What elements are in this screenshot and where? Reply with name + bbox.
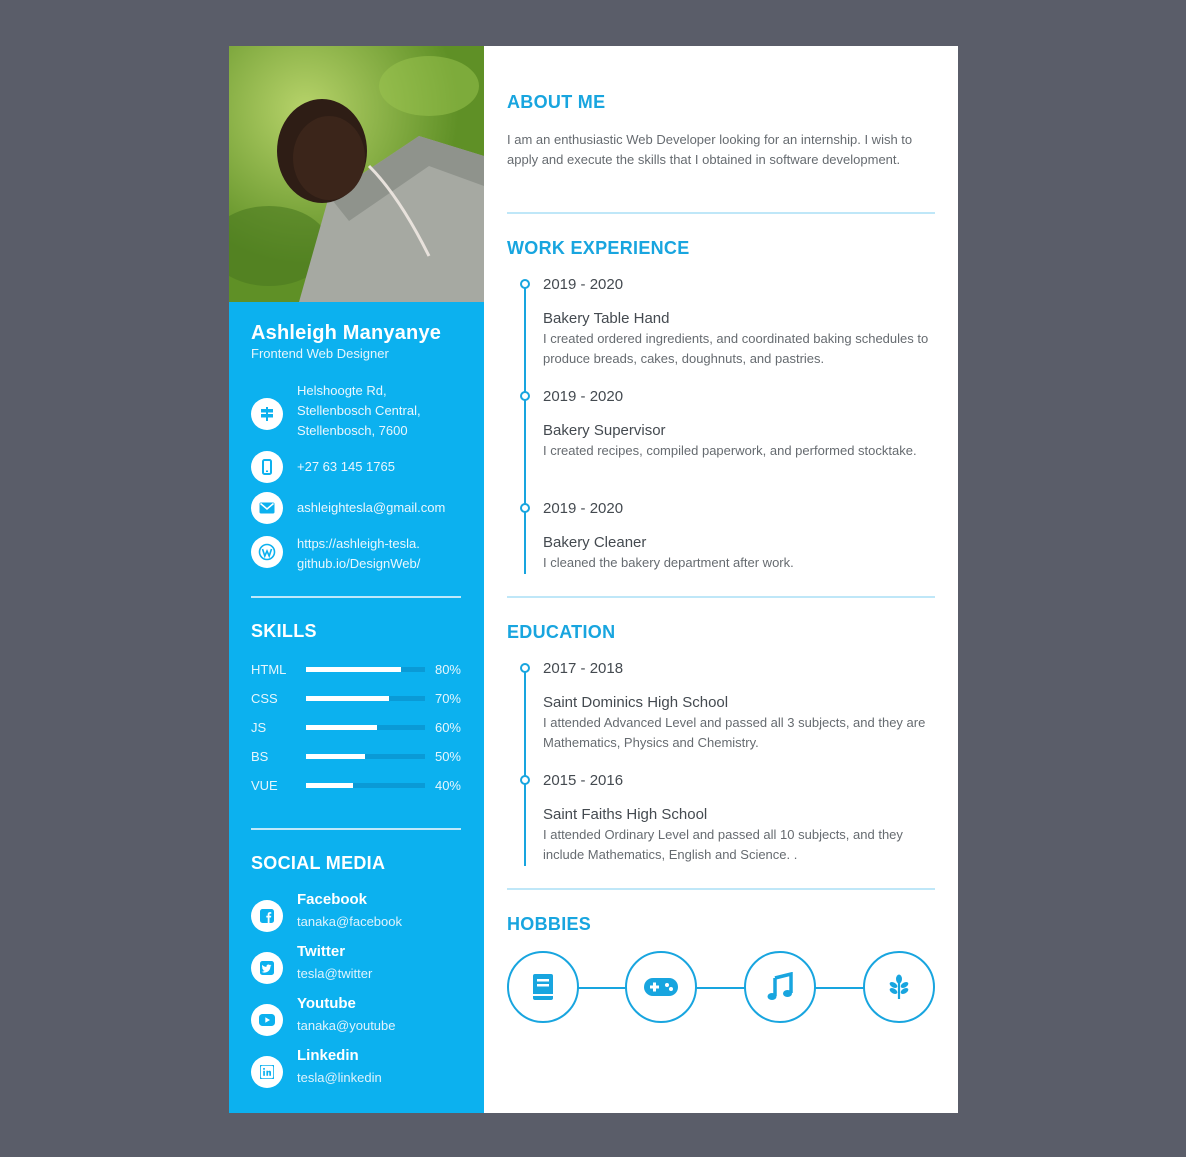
sidebar: Ashleigh Manyanye Frontend Web Designer … bbox=[229, 46, 484, 1113]
timeline-dot bbox=[520, 503, 530, 513]
skill-percent: 40% bbox=[434, 777, 461, 793]
timeline-dot bbox=[520, 775, 530, 785]
address-row: Helshoogte Rd, Stellenbosch Central, Ste… bbox=[251, 381, 471, 441]
skill-bar bbox=[305, 782, 425, 788]
skill-row: CSS 70% bbox=[251, 689, 461, 707]
book-icon bbox=[507, 951, 579, 1023]
skill-bar bbox=[305, 695, 425, 701]
social-facebook[interactable]: Facebook tanaka@facebook bbox=[251, 889, 471, 933]
profile-photo bbox=[229, 46, 484, 302]
skill-name: HTML bbox=[251, 661, 287, 677]
skill-name: JS bbox=[251, 719, 267, 735]
resume-page: Ashleigh Manyanye Frontend Web Designer … bbox=[229, 46, 958, 1113]
work-title: Bakery Supervisor bbox=[543, 422, 666, 439]
gamepad-icon bbox=[625, 951, 697, 1023]
envelope-icon bbox=[251, 492, 283, 524]
signpost-icon bbox=[251, 398, 283, 430]
education-title: Saint Faiths High School bbox=[543, 806, 708, 823]
work-date: 2019 - 2020 bbox=[543, 388, 624, 405]
phone-row: +27 63 145 1765 bbox=[251, 451, 471, 483]
social-title: Youtube bbox=[297, 995, 356, 1012]
about-text: I am an enthusiastic Web Developer looki… bbox=[507, 132, 913, 167]
hobbies-row bbox=[507, 951, 935, 1025]
sidebar-divider bbox=[251, 828, 461, 830]
social-title: Twitter bbox=[297, 943, 346, 960]
plant-icon bbox=[863, 951, 935, 1023]
social-heading: SOCIAL MEDIA bbox=[251, 853, 386, 873]
skill-name: CSS bbox=[251, 690, 278, 706]
about-heading: ABOUT ME bbox=[507, 92, 606, 112]
skill-row: BS 50% bbox=[251, 747, 461, 765]
skill-percent: 80% bbox=[434, 661, 461, 677]
music-icon bbox=[744, 951, 816, 1023]
skill-percent: 60% bbox=[434, 719, 461, 735]
main-content: ABOUT ME I am an enthusiastic Web Develo… bbox=[484, 46, 958, 1113]
education-date: 2017 - 2018 bbox=[543, 660, 624, 677]
phone-icon bbox=[251, 451, 283, 483]
work-date: 2019 - 2020 bbox=[543, 500, 624, 517]
hobbies-connector bbox=[537, 987, 905, 989]
timeline-dot bbox=[520, 663, 530, 673]
education-title: Saint Dominics High School bbox=[543, 694, 729, 711]
sidebar-divider bbox=[251, 596, 461, 598]
work-desc: I created ordered ingredients, and coord… bbox=[543, 331, 929, 366]
skill-name: BS bbox=[251, 748, 269, 764]
social-handle: tanaka@youtube bbox=[297, 1018, 396, 1033]
skill-row: VUE 40% bbox=[251, 776, 461, 794]
youtube-icon bbox=[251, 1004, 283, 1036]
timeline-dot bbox=[520, 391, 530, 401]
wordpress-icon bbox=[251, 536, 283, 568]
website-link[interactable]: https://ashleigh-tesla. github.io/Design… bbox=[297, 534, 420, 574]
education-date: 2015 - 2016 bbox=[543, 772, 624, 789]
education-heading: EDUCATION bbox=[507, 622, 616, 642]
email-text[interactable]: ashleightesla@gmail.com bbox=[297, 498, 445, 518]
skill-bar bbox=[305, 753, 425, 759]
skill-bar bbox=[305, 666, 425, 672]
address-text: Helshoogte Rd, Stellenbosch Central, Ste… bbox=[297, 383, 421, 438]
skill-bar bbox=[305, 724, 425, 730]
email-row: ashleightesla@gmail.com bbox=[251, 492, 471, 524]
skill-bar-fill bbox=[305, 695, 390, 701]
skill-name: VUE bbox=[251, 777, 278, 793]
phone-text[interactable]: +27 63 145 1765 bbox=[297, 457, 395, 477]
social-twitter[interactable]: Twitter tesla@twitter bbox=[251, 941, 471, 985]
social-handle: tesla@twitter bbox=[297, 966, 373, 981]
skill-percent: 70% bbox=[434, 690, 461, 706]
education-desc: I attended Ordinary Level and passed all… bbox=[543, 827, 903, 862]
skill-row: HTML 80% bbox=[251, 660, 461, 678]
work-title: Bakery Cleaner bbox=[543, 534, 647, 551]
social-handle: tesla@linkedin bbox=[297, 1070, 382, 1085]
work-title: Bakery Table Hand bbox=[543, 310, 670, 327]
hobbies-heading: HOBBIES bbox=[507, 914, 592, 934]
skill-bar-fill bbox=[305, 753, 366, 759]
social-youtube[interactable]: Youtube tanaka@youtube bbox=[251, 993, 471, 1037]
skill-bar-fill bbox=[305, 782, 354, 788]
section-divider bbox=[507, 888, 935, 890]
education-desc: I attended Advanced Level and passed all… bbox=[543, 715, 926, 750]
social-linkedin[interactable]: Linkedin tesla@linkedin bbox=[251, 1045, 471, 1089]
education-timeline bbox=[524, 666, 526, 866]
social-handle: tanaka@facebook bbox=[297, 914, 402, 929]
work-desc: I cleaned the bakery department after wo… bbox=[543, 555, 794, 570]
social-title: Facebook bbox=[297, 891, 368, 908]
work-heading: WORK EXPERIENCE bbox=[507, 238, 690, 258]
skill-bar-fill bbox=[305, 666, 402, 672]
social-title: Linkedin bbox=[297, 1047, 359, 1064]
work-date: 2019 - 2020 bbox=[543, 276, 624, 293]
facebook-icon bbox=[251, 900, 283, 932]
skill-bar-fill bbox=[305, 724, 378, 730]
skills-heading: SKILLS bbox=[251, 621, 317, 641]
section-divider bbox=[507, 212, 935, 214]
skill-percent: 50% bbox=[434, 748, 461, 764]
section-divider bbox=[507, 596, 935, 598]
timeline-dot bbox=[520, 279, 530, 289]
person-name: Ashleigh Manyanye bbox=[251, 322, 442, 344]
skill-row: JS 60% bbox=[251, 718, 461, 736]
linkedin-icon bbox=[251, 1056, 283, 1088]
person-role: Frontend Web Designer bbox=[251, 346, 389, 361]
website-row: https://ashleigh-tesla. github.io/Design… bbox=[251, 534, 471, 574]
work-desc: I created recipes, compiled paperwork, a… bbox=[543, 443, 917, 458]
work-timeline bbox=[524, 282, 526, 574]
twitter-icon bbox=[251, 952, 283, 984]
